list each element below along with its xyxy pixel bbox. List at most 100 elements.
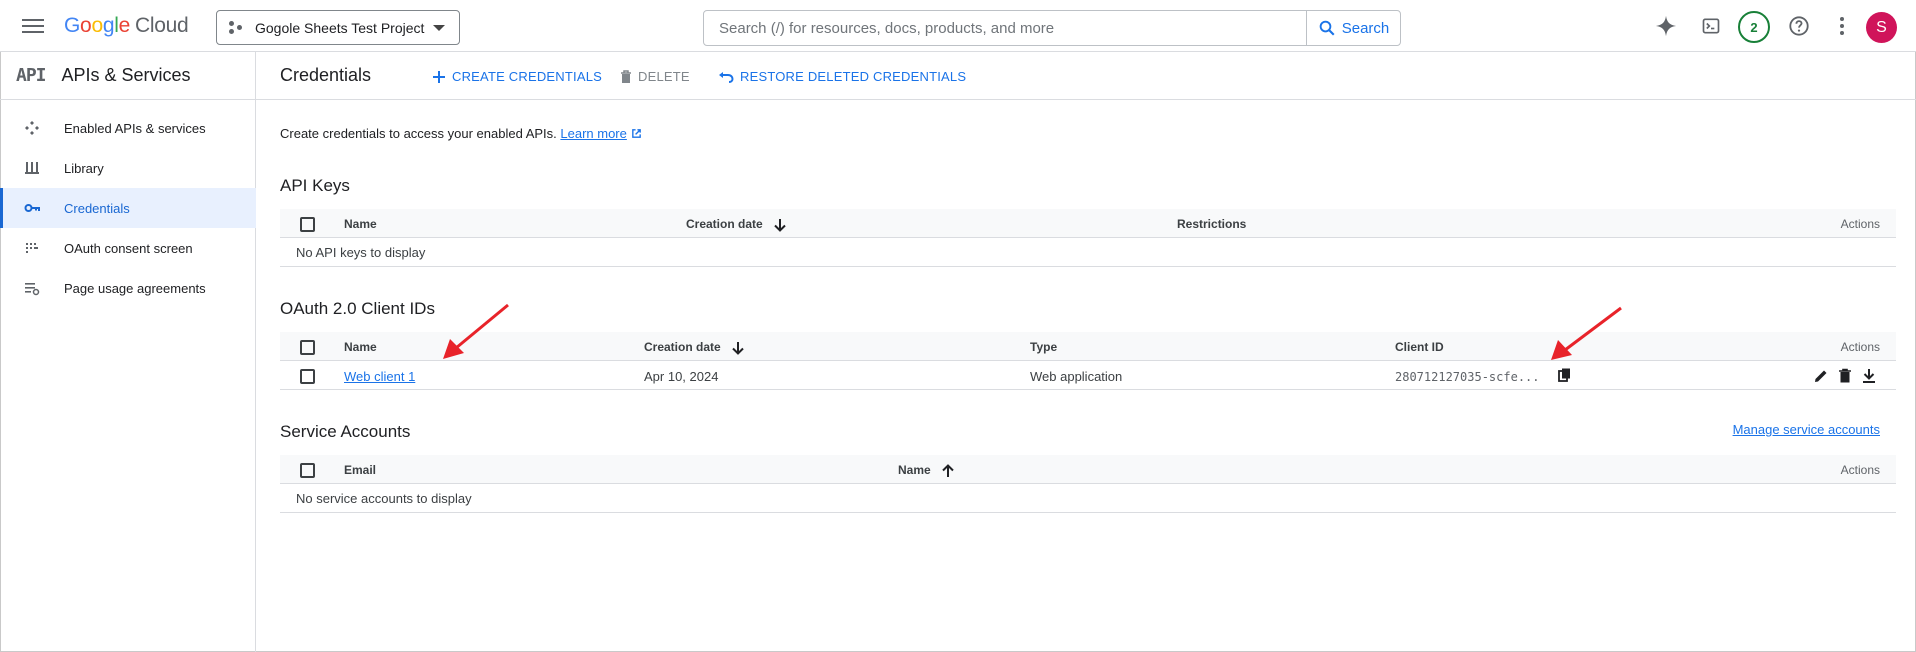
library-icon (25, 162, 39, 174)
main-header: Credentials CREATE CREDENTIALS DELETE RE… (256, 52, 1916, 100)
main-menu-icon[interactable] (22, 15, 44, 37)
select-all-checkbox[interactable] (300, 463, 315, 478)
column-actions: Actions (1840, 463, 1880, 477)
notifications-badge[interactable]: 2 (1738, 11, 1770, 43)
sidebar-item-page-usage[interactable]: Page usage agreements (0, 268, 256, 308)
sidebar-item-oauth-consent[interactable]: OAuth consent screen (0, 228, 256, 268)
restore-deleted-button[interactable]: RESTORE DELETED CREDENTIALS (718, 69, 966, 84)
sidebar-item-label: OAuth consent screen (64, 240, 193, 256)
empty-row: No API keys to display (280, 238, 1896, 267)
sidebar-header: API APIs & Services (0, 52, 256, 100)
search-button[interactable]: Search (1306, 11, 1400, 45)
sidebar-item-library[interactable]: Library (0, 148, 256, 188)
undo-icon (719, 71, 734, 83)
column-name[interactable]: Name (344, 217, 377, 231)
learn-more-link[interactable]: Learn more (560, 126, 626, 141)
creation-date: Apr 10, 2024 (644, 369, 719, 384)
column-email[interactable]: Email (344, 463, 376, 477)
service-accounts-title: Service Accounts (280, 422, 411, 441)
delete-button[interactable]: DELETE (620, 69, 690, 84)
logo-letter: o (91, 14, 103, 37)
column-name[interactable]: Name (344, 340, 377, 354)
key-icon (24, 204, 40, 212)
plus-icon (433, 70, 445, 83)
chevron-down-icon (433, 25, 445, 31)
gemini-sparkle-icon[interactable] (1653, 13, 1679, 39)
client-name-link[interactable]: Web client 1 (344, 369, 415, 384)
project-name: Gogole Sheets Test Project (255, 19, 425, 36)
column-label: Name (898, 463, 931, 477)
sidebar-item-label: Page usage agreements (64, 280, 206, 296)
table-header: Name Creation date Type Client ID Action… (280, 332, 1896, 361)
delete-label: DELETE (638, 69, 690, 84)
table-row: Web client 1 Apr 10, 2024 Web applicatio… (280, 361, 1896, 390)
copy-icon[interactable] (1556, 367, 1574, 385)
table-header: Email Name Actions (280, 455, 1896, 484)
project-icon (229, 20, 245, 35)
sidebar: API APIs & Services Enabled APIs & servi… (0, 52, 256, 652)
row-checkbox[interactable] (300, 369, 315, 384)
edit-icon[interactable] (1812, 367, 1830, 385)
logo-letter: o (80, 14, 92, 37)
api-keys-title: API Keys (280, 176, 350, 195)
sidebar-item-credentials[interactable]: Credentials (0, 188, 256, 228)
top-bar: Google Cloud Gogole Sheets Test Project S… (0, 0, 1916, 52)
column-restrictions[interactable]: Restrictions (1177, 217, 1246, 231)
create-credentials-button[interactable]: CREATE CREDENTIALS (432, 69, 602, 84)
external-link-icon[interactable] (631, 128, 642, 139)
create-credentials-label: CREATE CREDENTIALS (452, 69, 602, 84)
sidebar-nav: Enabled APIs & services Library Credenti… (0, 108, 256, 308)
logo-letter: G (64, 14, 81, 37)
column-label: Creation date (686, 217, 763, 231)
sidebar-item-enabled-apis[interactable]: Enabled APIs & services (0, 108, 256, 148)
oauth-clients-title: OAuth 2.0 Client IDs (280, 299, 435, 318)
column-label: Creation date (644, 340, 721, 354)
oauth-icon (26, 243, 38, 253)
oauth-clients-table: Name Creation date Type Client ID Action… (280, 332, 1896, 390)
cloud-shell-icon[interactable] (1698, 13, 1724, 39)
service-accounts-table: Email Name Actions No service accounts t… (280, 455, 1896, 513)
page-title: Credentials (280, 65, 372, 85)
search-icon (1319, 20, 1335, 36)
delete-icon[interactable] (1836, 367, 1854, 385)
sidebar-title: APIs & Services (61, 65, 191, 85)
enabled-apis-icon (25, 121, 39, 135)
column-creation-date[interactable]: Creation date (644, 340, 744, 355)
column-creation-date[interactable]: Creation date (686, 217, 786, 232)
empty-row: No service accounts to display (280, 484, 1896, 513)
empty-message: No service accounts to display (296, 491, 472, 506)
sidebar-item-label: Credentials (64, 200, 130, 216)
trash-icon (621, 69, 631, 83)
arrow-down-icon (774, 218, 786, 232)
search-input[interactable] (704, 11, 1306, 45)
project-picker[interactable]: Gogole Sheets Test Project (216, 10, 460, 45)
search-bar: Search (703, 10, 1401, 46)
empty-message: No API keys to display (296, 245, 426, 260)
intro-text-row: Create credentials to access your enable… (280, 126, 642, 141)
logo-letter: e (118, 14, 131, 37)
arrow-up-icon (942, 463, 954, 477)
arrow-down-icon (732, 341, 744, 355)
google-cloud-logo[interactable]: Google Cloud (64, 14, 189, 38)
client-type: Web application (1030, 369, 1123, 384)
api-logo: API (16, 65, 46, 86)
logo-letter: g (102, 14, 115, 37)
client-id: 280712127035-scfe... (1395, 370, 1540, 384)
manage-service-accounts-link[interactable]: Manage service accounts (1733, 422, 1880, 437)
logo-product: Cloud (134, 14, 189, 37)
select-all-checkbox[interactable] (300, 340, 315, 355)
page-usage-icon (25, 283, 40, 296)
table-header: Name Creation date Restrictions Actions (280, 209, 1896, 238)
more-options-icon[interactable] (1829, 13, 1855, 39)
download-icon[interactable] (1860, 367, 1878, 385)
avatar[interactable]: S (1866, 12, 1897, 43)
restore-deleted-label: RESTORE DELETED CREDENTIALS (740, 69, 967, 84)
sidebar-item-label: Library (64, 160, 104, 176)
column-type[interactable]: Type (1030, 340, 1057, 354)
select-all-checkbox[interactable] (300, 217, 315, 232)
column-client-id[interactable]: Client ID (1395, 340, 1444, 354)
column-name[interactable]: Name (898, 463, 954, 478)
main-content: Credentials CREATE CREDENTIALS DELETE RE… (256, 52, 1916, 652)
search-button-label: Search (1341, 19, 1390, 37)
help-icon[interactable] (1786, 13, 1812, 39)
